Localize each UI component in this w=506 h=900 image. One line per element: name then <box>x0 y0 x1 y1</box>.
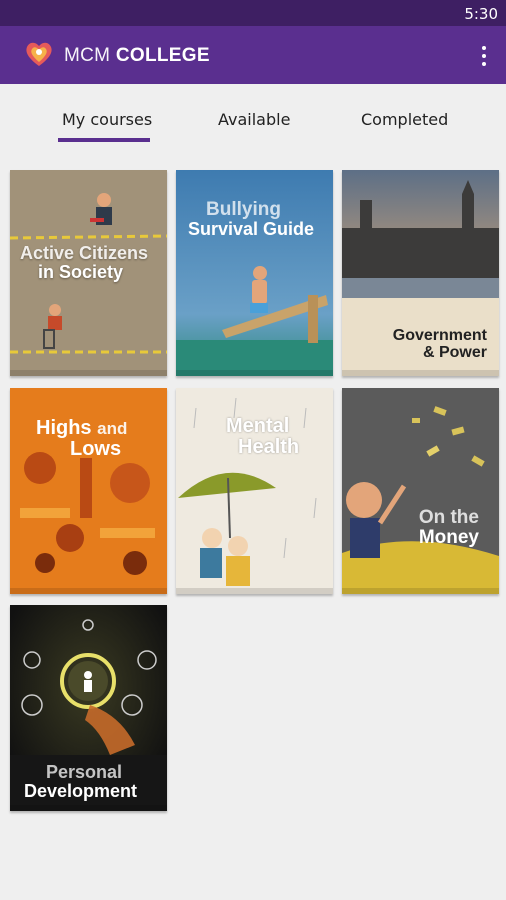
course-card-mental-health[interactable]: Mental Health <box>176 388 333 594</box>
course-title-line2: Development <box>24 780 138 801</box>
course-tabs: My courses Available Completed <box>0 84 506 146</box>
course-title-line1: On the <box>418 507 479 528</box>
course-title-line2: in Society <box>38 261 124 282</box>
tab-indicator <box>58 138 150 142</box>
course-title: Mental Health <box>226 416 299 458</box>
course-card-personal-development[interactable]: Personal Development <box>10 605 167 811</box>
course-title-line2: & Power <box>422 343 487 361</box>
course-title: Active Citizens in Society <box>20 244 148 282</box>
course-title-line2: Money <box>418 526 479 548</box>
college-logo-icon <box>26 42 52 66</box>
course-title: On the Money <box>419 508 479 548</box>
course-title: Government & Power <box>392 327 487 362</box>
app-title: MCM COLLEGE <box>64 45 210 67</box>
course-title-line1: Active Citizens <box>20 243 149 263</box>
course-card-on-the-money[interactable]: On the Money <box>342 388 499 594</box>
tab-my-courses[interactable]: My courses <box>62 110 152 129</box>
course-title-line1: Government <box>392 327 487 344</box>
more-options-icon[interactable] <box>476 44 492 68</box>
course-card-active-citizens[interactable]: Active Citizens in Society <box>10 170 167 376</box>
course-card-government[interactable]: Government & Power <box>342 170 499 376</box>
course-title-line2: Survival Guide <box>188 218 315 239</box>
app-title-light: MCM <box>64 45 111 66</box>
course-title: Personal Development <box>24 763 137 801</box>
status-time: 5:30 <box>464 5 498 23</box>
course-title-line1: Bullying <box>206 199 281 220</box>
course-title-line1: Personal <box>46 762 123 782</box>
course-title-line2: Health <box>238 436 300 458</box>
status-bar: 5:30 <box>0 0 506 26</box>
app-bar: MCM COLLEGE <box>0 26 506 84</box>
course-title-line2: Lows <box>70 438 122 460</box>
course-title-line1b: and <box>97 419 128 438</box>
tab-completed[interactable]: Completed <box>361 110 448 129</box>
course-title-line1: Highs <box>36 417 92 439</box>
course-card-highs-and-lows[interactable]: Highs and Lows <box>10 388 167 594</box>
tab-available[interactable]: Available <box>218 110 290 129</box>
course-title-line1: Mental <box>226 415 290 437</box>
course-card-bullying[interactable]: Bullying Survival Guide <box>176 170 333 376</box>
course-cover-art <box>342 388 499 594</box>
course-title: Highs and Lows <box>36 418 127 460</box>
course-title: Bullying Survival Guide <box>188 200 314 239</box>
app-title-bold: COLLEGE <box>115 45 210 66</box>
